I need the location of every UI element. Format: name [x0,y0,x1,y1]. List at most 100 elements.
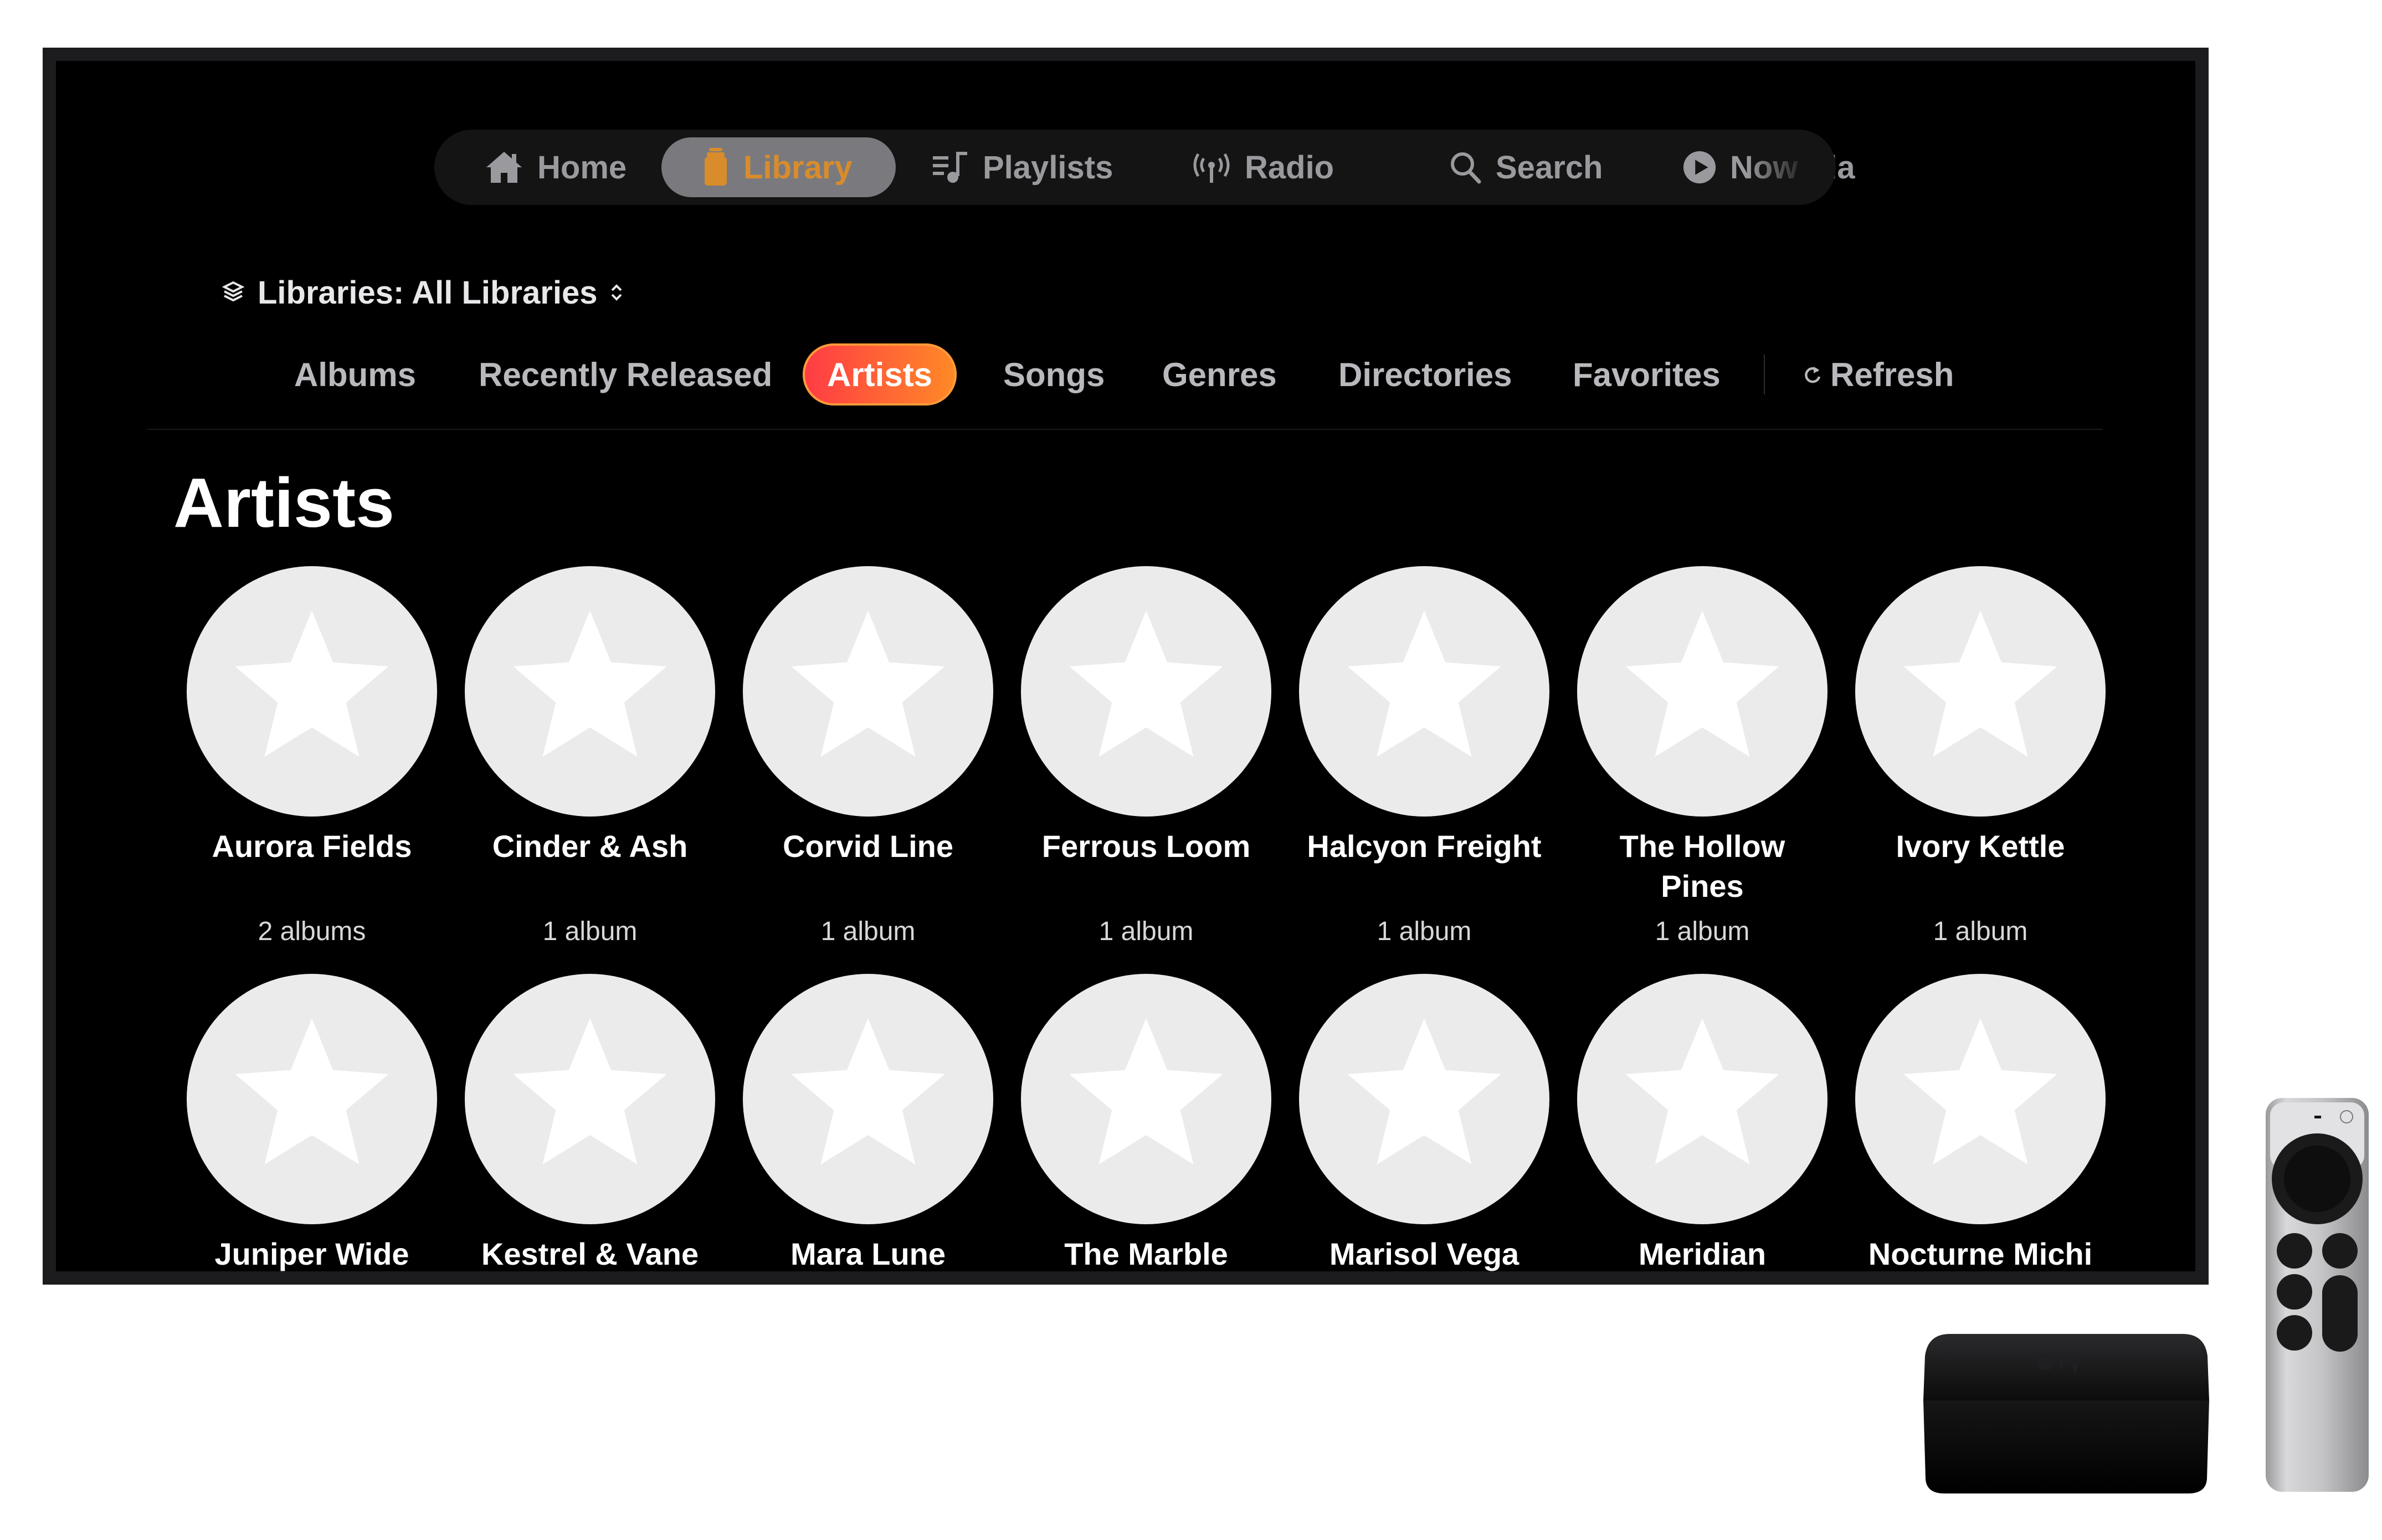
star-icon [226,1013,398,1185]
nav-search[interactable]: Search [1449,137,1603,197]
header-divider [147,429,2103,430]
star-icon [1616,605,1788,777]
star-icon [1895,1013,2066,1185]
artist-tile[interactable]: Kestrel & Vane [451,974,728,1271]
radio-icon [1193,153,1230,183]
nav-fade-overlay [1747,130,1836,205]
artist-tile[interactable]: Mara Lune [730,974,1007,1271]
artist-name: Mara Lune [790,1236,946,1271]
artist-name: Halcyon Freight [1307,829,1542,864]
artist-avatar [465,566,715,817]
nav-radio-label: Radio [1245,149,1334,186]
star-icon [1895,605,2066,777]
top-navigation-bar: Home Library Playlists Radio Search [434,130,1855,205]
artist-tile[interactable]: Nocturne Michi [1842,974,2119,1271]
artist-avatar [743,566,993,817]
artist-tile[interactable]: The Marble [1008,974,1285,1271]
artist-avatar [1577,974,1827,1224]
artist-name: Aurora Fields [212,829,412,864]
playlist-icon [933,152,967,183]
star-icon [226,605,398,777]
artist-avatar [1021,566,1271,817]
artist-tile[interactable]: The Hollow Pines 1 album [1564,566,1841,946]
tab-artists[interactable]: Artists [803,343,957,405]
artist-tile[interactable]: Ivory Kettle 1 album [1842,566,2119,946]
tab-genres[interactable]: Genres [1162,343,1277,405]
tab-albums[interactable]: Albums [294,343,416,405]
star-icon [504,1013,676,1185]
artist-avatar [187,974,437,1224]
star-icon [1616,1013,1788,1185]
artist-avatar [465,974,715,1224]
album-count: 2 albums [258,917,366,946]
album-count: 1 album [820,917,916,946]
tab-favorites[interactable]: Favorites [1573,343,1721,405]
section-title: Artists [173,464,395,542]
tab-directories[interactable]: Directories [1338,343,1512,405]
star-icon [1060,1013,1232,1185]
tv-screen: Home Library Playlists Radio Search Libr… [56,61,2195,1271]
artist-name: The Marble [1064,1236,1228,1271]
artist-name: Corvid Line [782,829,954,864]
tab-recently-released[interactable]: Recently Released [479,343,772,405]
tv-frame: Home Library Playlists Radio Search Libr… [43,48,2209,1285]
artist-avatar [187,566,437,817]
nav-library[interactable]: Library [661,137,896,197]
star-icon [1060,605,1232,777]
library-selector-label: Libraries: All Libraries [258,274,598,311]
artist-avatar [1021,974,1271,1224]
nav-radio[interactable]: Radio [1192,137,1334,197]
refresh-label: Refresh [1830,356,1954,393]
artist-name: Kestrel & Vane [481,1236,699,1271]
artist-avatar [743,974,993,1224]
artist-name: Cinder & Ash [492,829,688,864]
artist-tile[interactable]: Meridian [1564,974,1841,1271]
artist-tile[interactable]: Corvid Line 1 album [730,566,1007,946]
chevron-updown-icon [611,284,622,301]
house-icon [486,152,522,183]
artist-name: Ferrous Loom [1041,829,1251,864]
star-icon [1338,605,1510,777]
tab-separator [1764,355,1765,394]
nav-home[interactable]: Home [484,137,627,197]
artist-avatar [1299,566,1549,817]
artist-tile[interactable]: Marisol Vega [1286,974,1563,1271]
album-count: 1 album [1933,917,2028,946]
star-icon [504,605,676,777]
nav-playlists-label: Playlists [983,149,1113,186]
play-circle-icon [1683,151,1716,184]
artist-tile[interactable]: Cinder & Ash 1 album [451,566,728,946]
star-icon [782,605,954,777]
library-selector[interactable]: Libraries: All Libraries [222,270,623,315]
album-count: 1 album [1098,917,1194,946]
apple-tv-box [1923,1334,2209,1493]
nav-home-label: Home [537,149,627,186]
nav-playlists[interactable]: Playlists [933,137,1113,197]
library-icon [705,148,727,186]
artist-avatar [1855,566,2106,817]
album-count: 1 album [1377,917,1472,946]
refresh-icon [1805,367,1821,383]
artist-name: The Hollow Pines [1619,829,1785,904]
album-count: 1 album [542,917,638,946]
artist-avatar [1577,566,1827,817]
artist-name: Juniper Wide [214,1236,409,1271]
artist-name: Marisol Vega [1329,1236,1519,1271]
star-icon [782,1013,954,1185]
artist-avatar [1855,974,2106,1224]
nav-search-label: Search [1496,149,1603,186]
refresh-button[interactable]: Refresh [1804,343,1954,405]
artist-name: Meridian [1638,1236,1767,1271]
artist-tile[interactable]: Juniper Wide [173,974,450,1271]
star-icon [1338,1013,1510,1185]
nav-library-label: Library [743,149,853,186]
artist-tile[interactable]: Ferrous Loom 1 album [1008,566,1285,946]
artist-tile[interactable]: Aurora Fields 2 albums [173,566,450,946]
artist-name: Ivory Kettle [1896,829,2065,864]
siri-remote [2266,1098,2369,1492]
magnifier-icon [1451,152,1481,184]
artist-avatar [1299,974,1549,1224]
stack-icon [222,281,244,302]
artist-tile[interactable]: Halcyon Freight 1 album [1286,566,1563,946]
tab-songs[interactable]: Songs [1003,343,1105,405]
